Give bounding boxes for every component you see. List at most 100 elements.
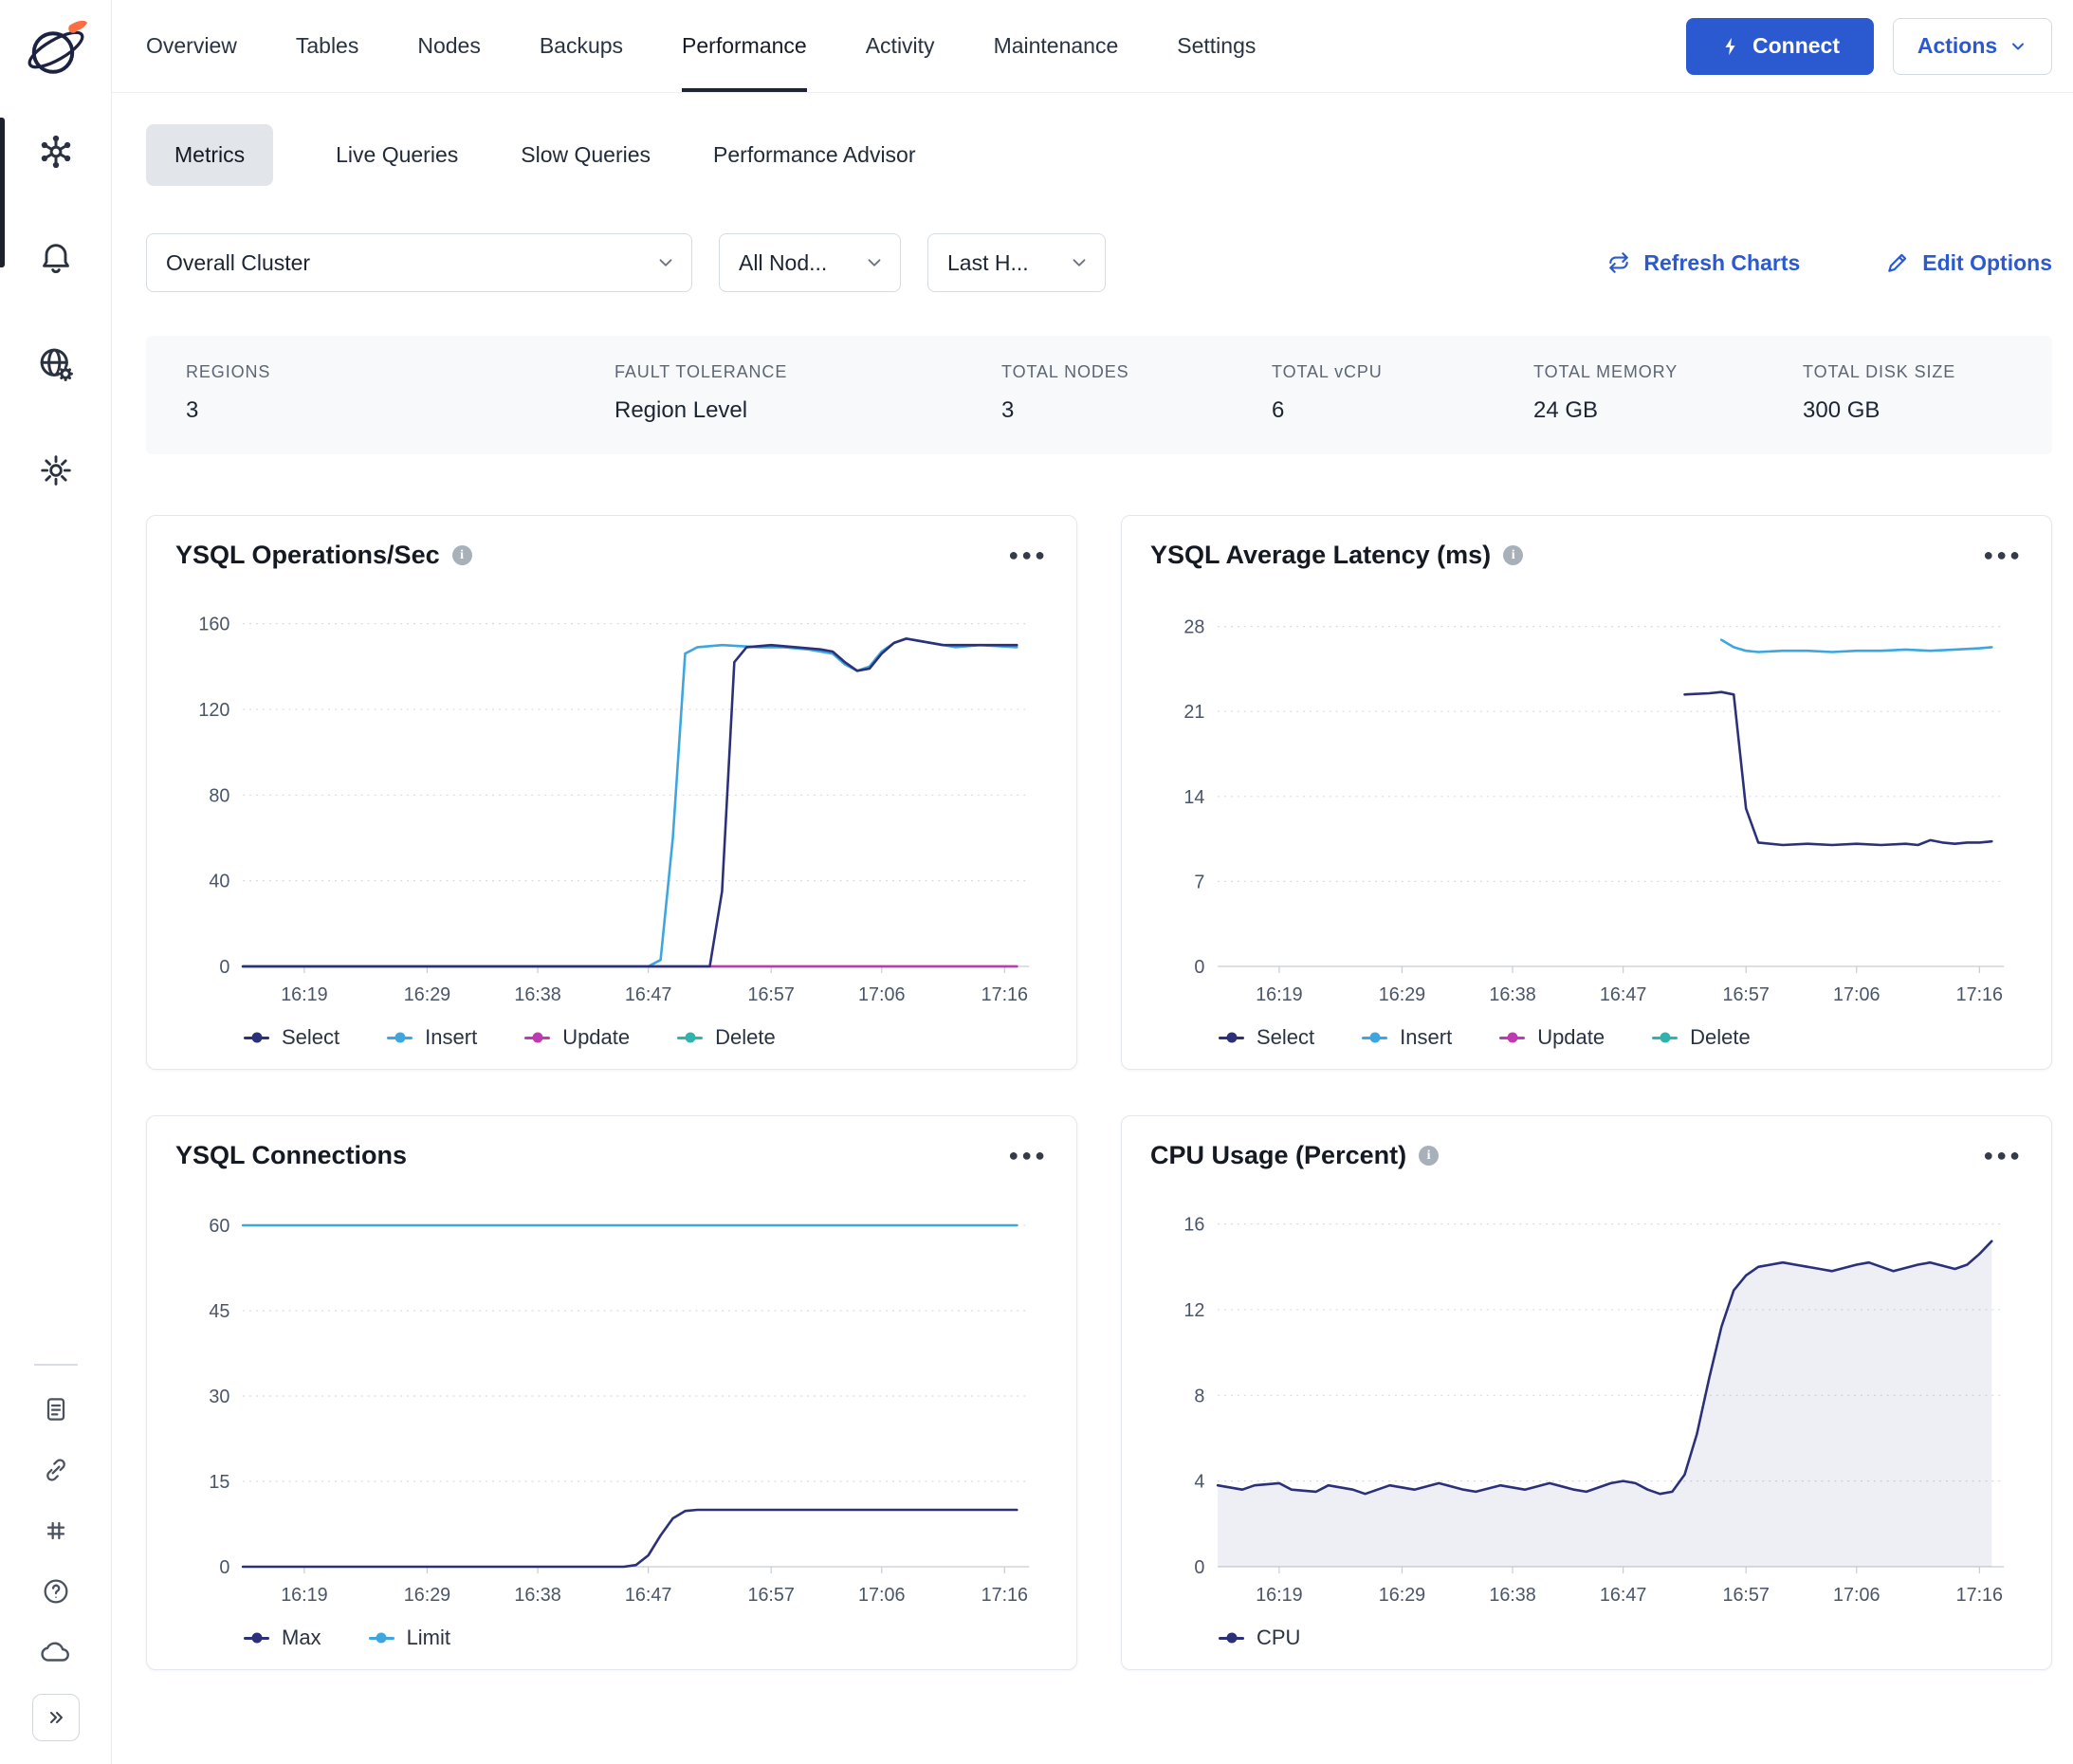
time-range-select[interactable]: Last H... — [927, 233, 1106, 292]
info-icon[interactable]: i — [1503, 545, 1523, 565]
refresh-charts-link[interactable]: Refresh Charts — [1606, 250, 1800, 276]
legend-item-cpu[interactable]: CPU — [1219, 1626, 1300, 1650]
x-tick-label: 16:47 — [625, 984, 671, 1005]
refresh-charts-label: Refresh Charts — [1643, 250, 1800, 276]
chart-menu-button[interactable]: ●●● — [1008, 545, 1048, 565]
x-tick-label: 16:57 — [747, 984, 794, 1005]
docs-icon[interactable] — [37, 1390, 75, 1428]
chart-plot: 0408012016016:1916:2916:3816:4716:5717:0… — [175, 585, 1048, 1021]
legend-item-max[interactable]: Max — [244, 1626, 321, 1650]
legend-item-update[interactable]: Update — [1499, 1025, 1605, 1050]
subtab-live-queries[interactable]: Live Queries — [336, 142, 458, 168]
y-tick-label: 14 — [1183, 787, 1204, 808]
tab-tables[interactable]: Tables — [296, 0, 358, 92]
x-tick-label: 17:16 — [981, 984, 1028, 1005]
stat-total-disk: TOTAL DISK SIZE 300 GB — [1803, 362, 1955, 424]
series-line-insert — [1721, 640, 1991, 652]
help-icon[interactable] — [37, 1572, 75, 1610]
tab-maintenance[interactable]: Maintenance — [994, 0, 1119, 92]
edit-options-link[interactable]: Edit Options — [1885, 250, 2052, 276]
x-tick-label: 16:19 — [281, 984, 327, 1005]
stat-label: REGIONS — [186, 362, 615, 382]
subtab-metrics[interactable]: Metrics — [146, 124, 273, 186]
node-select-value: All Nod... — [739, 250, 827, 276]
clusters-icon[interactable] — [33, 129, 79, 175]
x-tick-label: 16:29 — [1379, 1585, 1425, 1606]
tab-settings[interactable]: Settings — [1177, 0, 1256, 92]
connect-button[interactable]: Connect — [1686, 18, 1874, 75]
y-tick-label: 80 — [209, 785, 229, 806]
yugabyte-logo[interactable] — [21, 13, 91, 83]
performance-subtabs: Metrics Live Queries Slow Queries Perfor… — [146, 121, 2052, 188]
info-icon[interactable]: i — [452, 545, 472, 565]
lightning-icon — [1720, 36, 1741, 57]
chart-menu-button[interactable]: ●●● — [1008, 1146, 1048, 1166]
legend-item-limit[interactable]: Limit — [369, 1626, 450, 1650]
series-line-select — [243, 638, 1017, 966]
cluster-select[interactable]: Overall Cluster — [146, 233, 692, 292]
series-line-max — [243, 1510, 1017, 1567]
actions-button-label: Actions — [1917, 33, 1997, 59]
x-tick-label: 16:47 — [625, 1585, 671, 1606]
legend-item-select[interactable]: Select — [1219, 1025, 1314, 1050]
chart-title: YSQL Average Latency (ms) — [1150, 541, 1491, 570]
info-icon[interactable]: i — [1419, 1146, 1439, 1166]
stat-regions: REGIONS 3 — [186, 362, 615, 424]
tab-nodes[interactable]: Nodes — [417, 0, 480, 92]
x-tick-label: 16:47 — [1600, 984, 1646, 1005]
y-tick-label: 45 — [209, 1301, 229, 1322]
tab-overview[interactable]: Overview — [146, 0, 237, 92]
network-globe-icon[interactable] — [33, 341, 79, 387]
legend-marker-icon — [524, 1037, 550, 1039]
expand-sidebar-icon[interactable] — [32, 1694, 80, 1741]
stat-total-vcpu: TOTAL vCPU 6 — [1272, 362, 1533, 424]
chart-plot: 048121616:1916:2916:3816:4716:5717:0617:… — [1150, 1185, 2023, 1622]
legend-label: CPU — [1257, 1626, 1300, 1650]
legend-item-update[interactable]: Update — [524, 1025, 630, 1050]
chart-menu-button[interactable]: ●●● — [1983, 545, 2023, 565]
x-tick-label: 16:38 — [1489, 984, 1535, 1005]
nav-buttons: Connect Actions — [1686, 18, 2052, 75]
legend-item-insert[interactable]: Insert — [1362, 1025, 1452, 1050]
sidebar-active-indicator — [0, 118, 5, 267]
stat-label: FAULT TOLERANCE — [615, 362, 1001, 382]
legend-item-insert[interactable]: Insert — [387, 1025, 477, 1050]
chart-menu-button[interactable]: ●●● — [1983, 1146, 2023, 1166]
sidebar-bottom-group — [32, 1364, 80, 1741]
legend-marker-icon — [369, 1637, 394, 1640]
x-tick-label: 16:19 — [1256, 1585, 1302, 1606]
y-tick-label: 60 — [209, 1216, 229, 1237]
legend-item-delete[interactable]: Delete — [1652, 1025, 1751, 1050]
series-area-cpu — [1218, 1241, 1991, 1567]
chevron-down-icon — [655, 252, 676, 273]
x-tick-label: 16:19 — [281, 1585, 327, 1606]
filter-bar: Overall Cluster All Nod... Last H... — [146, 233, 2052, 292]
y-tick-label: 16 — [1183, 1214, 1204, 1235]
node-select[interactable]: All Nod... — [719, 233, 901, 292]
cluster-tabs: Overview Tables Nodes Backups Performanc… — [146, 0, 1256, 92]
tab-performance[interactable]: Performance — [682, 0, 807, 92]
y-tick-label: 40 — [209, 872, 229, 892]
cloud-status-icon[interactable] — [37, 1633, 75, 1671]
legend-item-delete[interactable]: Delete — [677, 1025, 776, 1050]
integrations-link-icon[interactable] — [37, 1451, 75, 1489]
y-tick-label: 0 — [219, 957, 229, 978]
legend-marker-icon — [677, 1037, 703, 1039]
legend-label: Insert — [425, 1025, 477, 1050]
slack-icon[interactable] — [37, 1512, 75, 1550]
x-tick-label: 16:57 — [1722, 1585, 1769, 1606]
y-tick-label: 12 — [1183, 1300, 1204, 1321]
stat-value: 3 — [1001, 397, 1272, 424]
legend-item-select[interactable]: Select — [244, 1025, 339, 1050]
actions-button[interactable]: Actions — [1893, 18, 2052, 75]
series-line-select — [1684, 692, 1991, 845]
subtab-performance-advisor[interactable]: Performance Advisor — [713, 142, 915, 168]
x-tick-label: 16:57 — [1722, 984, 1769, 1005]
alerts-bell-icon[interactable] — [33, 235, 79, 281]
x-tick-label: 16:19 — [1256, 984, 1302, 1005]
settings-gear-icon[interactable] — [33, 448, 79, 493]
cluster-select-value: Overall Cluster — [166, 250, 310, 276]
tab-activity[interactable]: Activity — [866, 0, 935, 92]
tab-backups[interactable]: Backups — [540, 0, 623, 92]
subtab-slow-queries[interactable]: Slow Queries — [521, 142, 651, 168]
